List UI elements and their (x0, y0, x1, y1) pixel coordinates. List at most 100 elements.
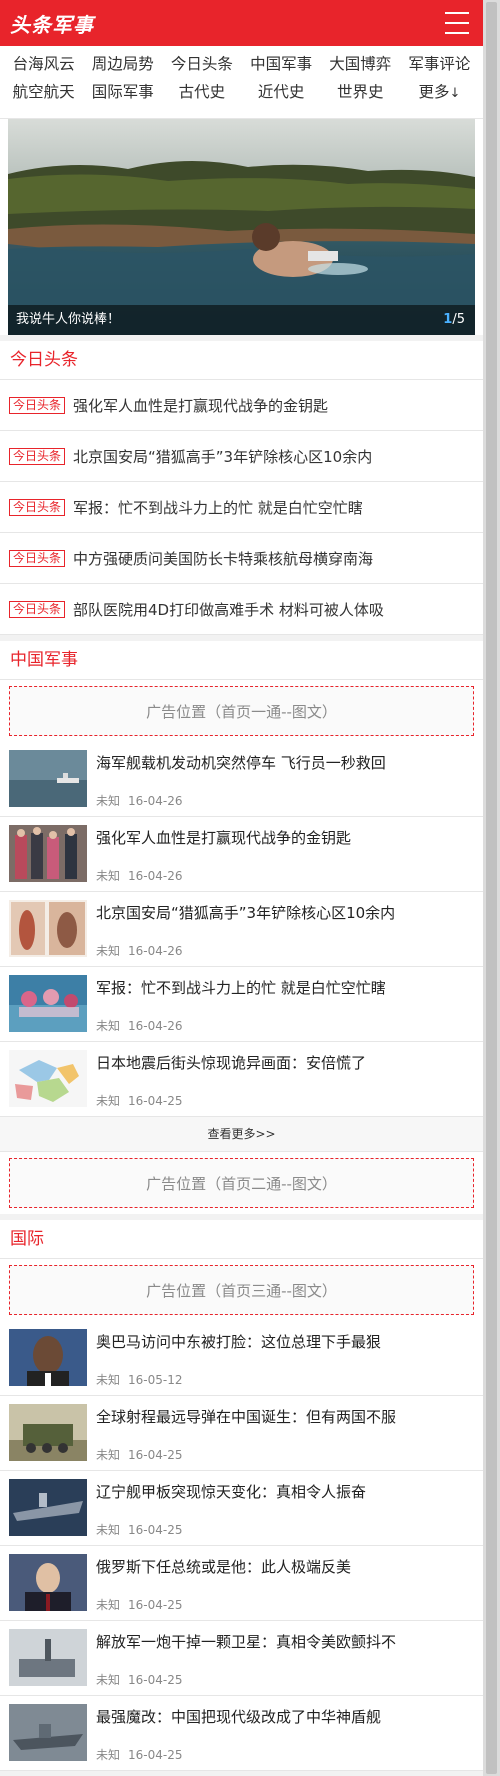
nav-item-gudai[interactable]: 古代史 (162, 80, 241, 110)
nav-item-hangkong[interactable]: 航空航天 (4, 80, 83, 110)
news-body: 最强魔改：中国把现代级改成了中华神盾舰 未知 16-04-25 (96, 1704, 474, 1763)
news-item[interactable]: 军报：忙不到战斗力上的忙 就是白忙空忙瞎 未知 16-04-26 (0, 967, 483, 1042)
news-date: 16-04-26 (128, 944, 183, 958)
news-date: 16-04-26 (128, 794, 183, 808)
headline-text: 强化军人血性是打赢现代战争的金钥匙 (73, 396, 329, 415)
headline-text: 北京国安局“猎狐高手”3年铲除核心区10余内 (73, 447, 373, 466)
news-item[interactable]: 俄罗斯下任总统或是他：此人极端反美 未知 16-04-25 (0, 1546, 483, 1621)
news-item[interactable]: 奥巴马访问中东被打脸：这位总理下手最狠 未知 16-05-12 (0, 1321, 483, 1396)
headline-item[interactable]: 今日头条 北京国安局“猎狐高手”3年铲除核心区10余内 (0, 431, 483, 482)
top-bar: 头条军事 (0, 0, 483, 46)
news-source: 未知 (96, 1523, 121, 1537)
menu-icon[interactable] (445, 12, 469, 34)
headline-text: 部队医院用4D打印做高难手术 材料可被人体吸 (73, 600, 384, 619)
nav-item-guoji[interactable]: 国际军事 (83, 80, 162, 110)
news-thumbnail (9, 1050, 87, 1107)
news-meta: 未知 16-04-25 (96, 1671, 474, 1688)
category-nav: 台海风云 周边局势 今日头条 中国军事 大国博弈 军事评论 航空航天 国际军事 … (0, 46, 483, 119)
down-arrow-icon: ↓ (449, 86, 461, 101)
section-title-international: 国际 (0, 1220, 483, 1259)
headline-tag: 今日头条 (9, 498, 66, 516)
news-title: 解放军一炮干掉一颗卫星：真相令美欧颤抖不 (96, 1633, 397, 1651)
news-title: 最强魔改：中国把现代级改成了中华神盾舰 (96, 1708, 382, 1726)
news-date: 16-04-26 (128, 869, 183, 883)
headline-item[interactable]: 今日头条 部队医院用4D打印做高难手术 材料可被人体吸 (0, 584, 483, 635)
image-slider[interactable]: 我说牛人你说棒！ 1/5 (8, 119, 475, 335)
section-title-china-military: 中国军事 (0, 641, 483, 680)
nav-item-more[interactable]: 更多↓ (400, 80, 479, 110)
nav-more-label: 更多 (418, 83, 450, 101)
news-meta: 未知 16-04-25 (96, 1446, 474, 1463)
news-title: 军报：忙不到战斗力上的忙 就是白忙空忙瞎 (96, 979, 386, 997)
section-title-headlines: 今日头条 (0, 341, 483, 380)
news-item[interactable]: 全球射程最远导弹在中国诞生：但有两国不服 未知 16-04-25 (0, 1396, 483, 1471)
news-date: 16-05-12 (128, 1373, 183, 1387)
news-title: 日本地震后街头惊现诡异画面：安倍慌了 (96, 1054, 367, 1072)
news-item[interactable]: 北京国安局“猎狐高手”3年铲除核心区10余内 未知 16-04-26 (0, 892, 483, 967)
news-item[interactable]: 解放军一炮干掉一颗卫星：真相令美欧颤抖不 未知 16-04-25 (0, 1621, 483, 1696)
ad-slot[interactable]: 广告位置（首页三通--图文） (9, 1265, 474, 1315)
news-meta: 未知 16-04-25 (96, 1596, 474, 1613)
news-item[interactable]: 最强魔改：中国把现代级改成了中华神盾舰 未知 16-04-25 (0, 1696, 483, 1771)
nav-item-shijie[interactable]: 世界史 (321, 80, 400, 110)
nav-item-daguo[interactable]: 大国博弈 (321, 52, 400, 80)
menu-icon-line (445, 32, 469, 34)
news-date: 16-04-25 (128, 1523, 183, 1537)
news-item[interactable]: 海军舰载机发动机突然停车 飞行员一秒救回 未知 16-04-26 (0, 742, 483, 817)
slider-caption: 我说牛人你说棒！ (8, 305, 475, 335)
news-date: 16-04-25 (128, 1094, 183, 1108)
news-meta: 未知 16-04-26 (96, 942, 474, 959)
news-source: 未知 (96, 1094, 121, 1108)
nav-item-pinglun[interactable]: 军事评论 (400, 52, 479, 80)
headline-text: 中方强硬质问美国防长卡特乘核航母横穿南海 (73, 549, 374, 568)
news-thumbnail (9, 1629, 87, 1686)
news-body: 强化军人血性是打赢现代战争的金钥匙 未知 16-04-26 (96, 825, 474, 884)
ad-slot[interactable]: 广告位置（首页二通--图文） (9, 1158, 474, 1208)
news-body: 海军舰载机发动机突然停车 飞行员一秒救回 未知 16-04-26 (96, 750, 474, 809)
news-thumbnail (9, 1704, 87, 1761)
news-item[interactable]: 强化军人血性是打赢现代战争的金钥匙 未知 16-04-26 (0, 817, 483, 892)
news-body: 军报：忙不到战斗力上的忙 就是白忙空忙瞎 未知 16-04-26 (96, 975, 474, 1034)
news-source: 未知 (96, 944, 121, 958)
headline-item[interactable]: 今日头条 强化军人血性是打赢现代战争的金钥匙 (0, 380, 483, 431)
news-thumbnail (9, 1404, 87, 1461)
nav-item-taihai[interactable]: 台海风云 (4, 52, 83, 80)
news-meta: 未知 16-04-26 (96, 1017, 474, 1034)
headline-item[interactable]: 今日头条 军报：忙不到战斗力上的忙 就是白忙空忙瞎 (0, 482, 483, 533)
news-title: 全球射程最远导弹在中国诞生：但有两国不服 (96, 1408, 397, 1426)
headline-item[interactable]: 今日头条 中方强硬质问美国防长卡特乘核航母横穿南海 (0, 533, 483, 584)
menu-icon-line (445, 12, 469, 14)
headline-tag: 今日头条 (9, 396, 66, 414)
news-meta: 未知 16-04-26 (96, 867, 474, 884)
page-scrollbar[interactable] (483, 0, 500, 1776)
news-thumbnail (9, 825, 87, 882)
news-body: 辽宁舰甲板突现惊天变化：真相令人振奋 未知 16-04-25 (96, 1479, 474, 1538)
news-body: 解放军一炮干掉一颗卫星：真相令美欧颤抖不 未知 16-04-25 (96, 1629, 474, 1688)
nav-item-jindai[interactable]: 近代史 (241, 80, 320, 110)
news-thumbnail (9, 900, 87, 957)
site-logo[interactable]: 头条军事 (10, 9, 94, 38)
view-more-link[interactable]: 查看更多>> (0, 1117, 483, 1152)
slider-counter: 1/5 (443, 305, 465, 335)
headline-tag: 今日头条 (9, 447, 66, 465)
news-date: 16-04-25 (128, 1448, 183, 1462)
nav-item-jinri[interactable]: 今日头条 (162, 52, 241, 80)
nav-item-zhongguo[interactable]: 中国军事 (241, 52, 320, 80)
news-body: 日本地震后街头惊现诡异画面：安倍慌了 未知 16-04-25 (96, 1050, 474, 1109)
menu-icon-line (445, 22, 469, 24)
news-item[interactable]: 辽宁舰甲板突现惊天变化：真相令人振奋 未知 16-04-25 (0, 1471, 483, 1546)
news-title: 俄罗斯下任总统或是他：此人极端反美 (96, 1558, 352, 1576)
scrollbar-thumb[interactable] (486, 2, 497, 1774)
news-item[interactable]: 日本地震后街头惊现诡异画面：安倍慌了 未知 16-04-25 (0, 1042, 483, 1117)
news-source: 未知 (96, 794, 121, 808)
news-list-international: 奥巴马访问中东被打脸：这位总理下手最狠 未知 16-05-12 全球射程最远导弹在… (0, 1321, 483, 1771)
ad-slot[interactable]: 广告位置（首页一通--图文） (9, 686, 474, 736)
news-body: 北京国安局“猎狐高手”3年铲除核心区10余内 未知 16-04-26 (96, 900, 474, 959)
slider-photo (8, 119, 475, 335)
news-thumbnail (9, 1329, 87, 1386)
news-source: 未知 (96, 1673, 121, 1687)
news-date: 16-04-25 (128, 1598, 183, 1612)
news-thumbnail (9, 1554, 87, 1611)
nav-item-zhoubian[interactable]: 周边局势 (83, 52, 162, 80)
headline-tag: 今日头条 (9, 600, 66, 618)
